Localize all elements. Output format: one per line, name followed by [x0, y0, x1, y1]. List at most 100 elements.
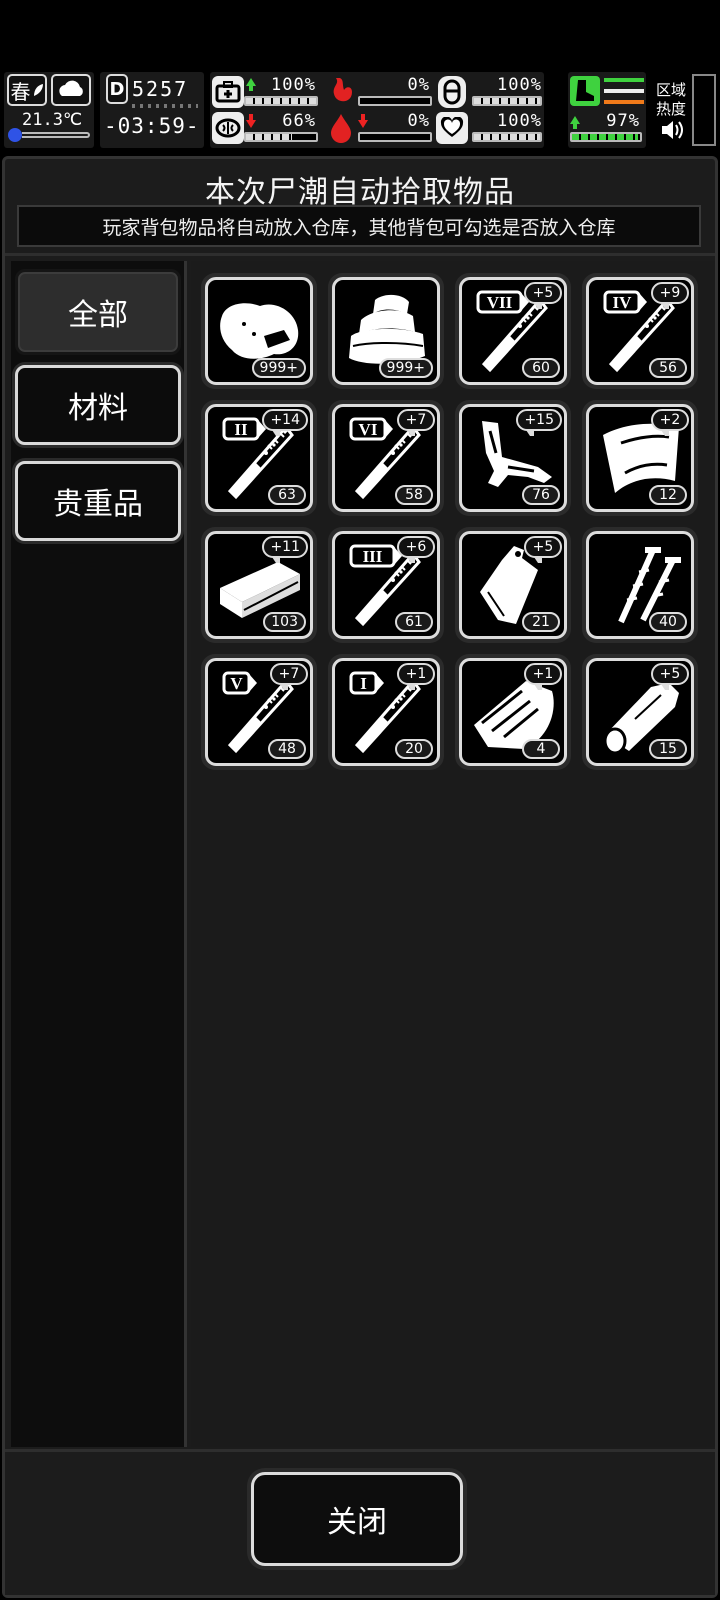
leg-bar — [570, 132, 642, 142]
temperature-gauge — [22, 132, 90, 138]
temperature-value: 21.3℃ — [22, 110, 83, 130]
item-bonus-badge: +6 — [397, 536, 435, 563]
vitals-panel: 100% 0% 100% 66% 0% 100% — [210, 72, 544, 148]
svg-text:VII: VII — [487, 293, 513, 312]
movement-panel: 97% — [568, 72, 646, 148]
item-grid: 999+ 999+ VII +5 60 IV +9 56 II +14 63 VI +7 58 +15 76 +… — [191, 261, 715, 1447]
thirst-bar — [358, 132, 432, 142]
clock-tick-strip — [132, 104, 198, 108]
item-bonus-badge: +14 — [262, 409, 308, 436]
medkit-icon — [212, 76, 244, 108]
item-slot-frame: +1 4 — [459, 658, 567, 766]
item-quantity: 58 — [395, 485, 433, 505]
item-bonus-badge: +5 — [524, 282, 562, 309]
thirst-pct: 0% — [407, 111, 430, 131]
item-slot-frame: VII +5 60 — [459, 277, 567, 385]
day-counter: 5257 — [132, 77, 189, 101]
item-slot[interactable]: 999+ — [201, 273, 317, 389]
item-slot-frame: 999+ — [205, 277, 313, 385]
item-slot-frame: 40 — [586, 531, 694, 639]
tab-materials-label: 材料 — [68, 391, 128, 426]
tab-all-label: 全部 — [68, 298, 128, 333]
item-bonus-badge: +15 — [516, 409, 562, 436]
item-slot[interactable]: +2 12 — [582, 400, 698, 516]
close-button[interactable]: 关闭 — [251, 1472, 463, 1566]
item-bonus-badge: +5 — [524, 536, 562, 563]
item-slot[interactable]: 40 — [582, 527, 698, 643]
item-quantity: 40 — [649, 612, 687, 632]
tab-valuables-label: 贵重品 — [53, 487, 143, 522]
item-slot-frame: 999+ — [332, 277, 440, 385]
auto-loot-panel: 本次尸潮自动拾取物品 玩家背包物品将自动放入仓库，其他背包可勾选是否放入仓库 全… — [2, 156, 718, 1598]
item-bonus-badge: +11 — [262, 536, 308, 563]
item-bonus-badge: +5 — [651, 663, 689, 690]
item-slot[interactable]: +15 76 — [455, 400, 571, 516]
zone-heat-meter — [692, 74, 716, 146]
item-slot[interactable]: V +7 48 — [201, 654, 317, 770]
item-bonus-badge: +1 — [524, 663, 562, 690]
season-weather-panel: 春 21.3℃ — [4, 72, 94, 148]
water-drop-icon — [328, 112, 354, 144]
item-slot[interactable]: +5 15 — [582, 654, 698, 770]
sanity-bar — [244, 132, 318, 142]
sanity-pct: 66% — [282, 111, 316, 131]
speaker-icon[interactable] — [660, 118, 686, 142]
svg-text:VI: VI — [359, 420, 378, 439]
item-slot-frame: IV +9 56 — [586, 277, 694, 385]
cloudy-night-icon — [59, 80, 83, 96]
stamina-icon — [438, 76, 466, 108]
item-bonus-badge: +9 — [651, 282, 689, 309]
item-quantity: 61 — [395, 612, 433, 632]
item-bonus-badge: +7 — [270, 663, 308, 690]
zone-heat-label-1: 区域 — [656, 81, 687, 99]
item-quantity: 56 — [649, 358, 687, 378]
item-bonus-badge: +1 — [397, 663, 435, 690]
item-slot[interactable]: +11 103 — [201, 527, 317, 643]
stamina-bar — [472, 96, 542, 106]
item-quantity: 63 — [268, 485, 306, 505]
item-slot-frame: +2 12 — [586, 404, 694, 512]
heart-icon — [436, 112, 468, 144]
stomach-icon — [326, 76, 356, 108]
mood-pct: 100% — [497, 111, 542, 131]
item-slot[interactable]: VII +5 60 — [455, 273, 571, 389]
tab-all[interactable]: 全部 — [15, 269, 181, 355]
item-quantity: 103 — [263, 612, 306, 632]
panel-subtitle: 玩家背包物品将自动放入仓库，其他背包可勾选是否放入仓库 — [17, 205, 701, 247]
item-slot[interactable]: +1 4 — [455, 654, 571, 770]
stomach-pct: 0% — [407, 75, 430, 95]
season-label: 春 — [10, 79, 31, 104]
item-quantity: 48 — [268, 739, 306, 759]
item-slot[interactable]: IV +9 56 — [582, 273, 698, 389]
svg-text:V: V — [230, 674, 243, 693]
item-slot[interactable]: I +1 20 — [328, 654, 444, 770]
item-slot-frame: V +7 48 — [205, 658, 313, 766]
health-pct: 100% — [271, 75, 316, 95]
item-quantity: 21 — [522, 612, 560, 632]
health-bar — [244, 96, 318, 106]
stamina-pct: 100% — [497, 75, 542, 95]
item-bonus-badge: +7 — [397, 409, 435, 436]
leaf-icon — [33, 84, 43, 96]
season-badge: 春 — [7, 74, 47, 106]
item-quantity: 60 — [522, 358, 560, 378]
item-slot[interactable]: 999+ — [328, 273, 444, 389]
item-slot[interactable]: VI +7 58 — [328, 400, 444, 516]
item-slot[interactable]: III +6 61 — [328, 527, 444, 643]
tab-valuables[interactable]: 贵重品 — [15, 461, 181, 541]
svg-text:II: II — [234, 420, 248, 439]
item-slot-frame: VI +7 58 — [332, 404, 440, 512]
tab-materials[interactable]: 材料 — [15, 365, 181, 445]
weather-badge[interactable] — [51, 74, 91, 106]
svg-text:III: III — [363, 547, 383, 566]
status-bar: 春 21.3℃ D 5257 -03:59- 100% 0% 100% 66% … — [0, 70, 720, 152]
svg-text:IV: IV — [613, 293, 633, 312]
item-slot-frame: III +6 61 — [332, 531, 440, 639]
item-quantity: 12 — [649, 485, 687, 505]
stomach-bar — [358, 96, 432, 106]
header-divider — [5, 253, 715, 256]
load-stripes — [604, 78, 644, 104]
item-slot[interactable]: II +14 63 — [201, 400, 317, 516]
item-slot-frame: +11 103 — [205, 531, 313, 639]
item-slot[interactable]: +5 21 — [455, 527, 571, 643]
